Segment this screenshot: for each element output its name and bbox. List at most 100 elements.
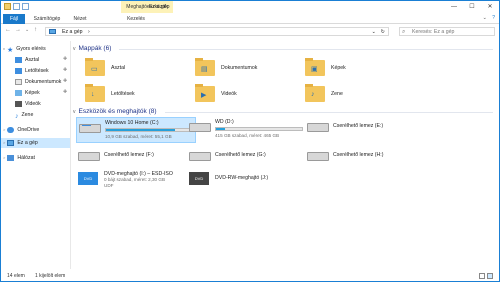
- drive-c[interactable]: Windows 10 Home (C:) 10,9 GB szabad, mér…: [76, 117, 196, 143]
- properties-icon[interactable]: [13, 3, 20, 10]
- sidebar-item-quick-access[interactable]: v ★ Gyors elérés: [3, 44, 46, 54]
- ribbon-tabs: Fájl Számítógép Nézet Kezelés ⌄ ?: [1, 14, 499, 24]
- address-dropdown-icon[interactable]: ⌄: [372, 28, 376, 36]
- refresh-icon[interactable]: ↻: [381, 28, 385, 36]
- folder-music[interactable]: ♪ Zene: [305, 84, 405, 109]
- pictures-folder-icon: ▣: [305, 58, 325, 76]
- quick-access-toolbar: [4, 3, 29, 10]
- chevron-down-icon[interactable]: v: [3, 46, 5, 51]
- folder-icon[interactable]: [4, 3, 11, 10]
- chevron-right-icon[interactable]: >: [3, 127, 5, 132]
- address-row: ← → ⌄ ↑ Ez a gép › ⌄ ↻ ⌕ Keresés: Ez a g…: [1, 25, 499, 38]
- documents-folder-icon: ▤: [195, 58, 215, 76]
- address-bar[interactable]: Ez a gép › ⌄ ↻: [45, 27, 389, 36]
- search-input[interactable]: ⌕ Keresés: Ez a gép: [399, 27, 495, 36]
- hard-drive-icon: [189, 123, 211, 132]
- maximize-button[interactable]: ☐: [463, 1, 481, 13]
- drive-label: WD (D:): [215, 119, 234, 125]
- group-title: Mappák (6): [78, 45, 112, 52]
- ribbon-controls: ⌄ ?: [483, 15, 495, 21]
- chevron-right-icon[interactable]: >: [3, 155, 5, 160]
- large-icons-view-icon[interactable]: [487, 273, 493, 279]
- folder-label: Képek: [331, 65, 346, 71]
- removable-drive-icon: [78, 152, 100, 161]
- pin-icon[interactable]: ✚: [63, 56, 67, 62]
- pin-icon[interactable]: ✚: [63, 67, 67, 73]
- tab-manage[interactable]: Kezelés: [123, 14, 149, 24]
- folder-documents[interactable]: ▤ Dokumentumok: [195, 58, 295, 83]
- selection-count: 1 kijelölt elem: [35, 273, 66, 279]
- drive-h[interactable]: Cserélhető lemez (H:): [305, 146, 425, 172]
- group-title: Eszközök és meghajtók (8): [78, 108, 157, 115]
- drive-space-text: 10,9 GB szabad, méret: 55,1 GB: [105, 134, 172, 139]
- drive-e[interactable]: Cserélhető lemez (E:): [305, 117, 425, 143]
- drives-group-header[interactable]: v Eszközök és meghajtók (8): [73, 107, 493, 117]
- drive-usage-bar: [105, 128, 193, 132]
- drive-space-text: 0 bájt szabad, méret: 2,30 GB: [104, 177, 166, 182]
- chevron-down-icon[interactable]: v: [73, 46, 76, 52]
- network-icon: [7, 154, 15, 161]
- chevron-down-icon[interactable]: v: [73, 109, 76, 115]
- sidebar-item-pictures[interactable]: Képek: [15, 88, 40, 98]
- music-icon: ♪: [15, 112, 19, 120]
- expand-ribbon-icon[interactable]: ⌄: [483, 15, 487, 21]
- downloads-folder-icon: ↓: [85, 84, 105, 102]
- sidebar-item-downloads[interactable]: Letöltések: [15, 66, 49, 76]
- chevron-right-icon[interactable]: >: [3, 140, 5, 145]
- group-divider: [165, 112, 493, 113]
- pictures-icon: [15, 89, 22, 96]
- drive-usage-fill: [106, 129, 175, 131]
- breadcrumb-this-pc[interactable]: Ez a gép: [62, 29, 82, 35]
- folders-group-header[interactable]: v Mappák (6): [73, 44, 493, 54]
- view-switcher: [479, 273, 493, 279]
- drive-label: Cserélhető lemez (G:): [215, 152, 266, 158]
- explorer-window: Meghajtóeszközök Ez a gép — ☐ ✕ Fájl Szá…: [0, 0, 500, 282]
- pin-icon[interactable]: ✚: [63, 78, 67, 84]
- tab-file[interactable]: Fájl: [3, 14, 25, 24]
- sidebar-item-onedrive[interactable]: > OneDrive: [3, 125, 39, 135]
- sidebar-item-music[interactable]: ♪ Zene: [15, 110, 33, 120]
- close-button[interactable]: ✕: [481, 1, 499, 13]
- group-divider: [119, 49, 493, 50]
- window-controls: — ☐ ✕: [445, 1, 499, 13]
- tab-view[interactable]: Nézet: [67, 14, 93, 24]
- drive-filesystem-text: UDF: [104, 183, 114, 188]
- tab-computer[interactable]: Számítógép: [29, 14, 65, 24]
- new-folder-icon[interactable]: [22, 3, 29, 10]
- desktop-icon: [15, 56, 22, 63]
- computer-icon: [7, 139, 15, 146]
- removable-drive-icon: [307, 152, 329, 161]
- sidebar-item-label: Gyors elérés: [16, 46, 46, 52]
- help-icon[interactable]: ?: [492, 15, 495, 21]
- drive-label: Cserélhető lemez (F:): [104, 152, 154, 158]
- sidebar-item-label: Dokumentumok: [25, 79, 62, 85]
- sidebar-item-desktop[interactable]: Asztal: [15, 55, 39, 65]
- item-count: 14 elem: [7, 273, 25, 279]
- sidebar-item-videos[interactable]: Videók: [15, 99, 41, 109]
- breadcrumb-separator[interactable]: ›: [88, 29, 90, 35]
- folder-desktop[interactable]: ▭ Asztal: [85, 58, 185, 83]
- minimize-button[interactable]: —: [445, 1, 463, 13]
- star-icon: ★: [7, 46, 14, 54]
- details-view-icon[interactable]: [479, 273, 485, 279]
- folder-pictures[interactable]: ▣ Képek: [305, 58, 405, 83]
- folder-videos[interactable]: ▶ Videók: [195, 84, 295, 109]
- recent-dropdown-icon[interactable]: ⌄: [25, 27, 29, 33]
- up-button[interactable]: ↑: [34, 27, 37, 33]
- folder-downloads[interactable]: ↓ Letöltések: [85, 84, 185, 109]
- drive-d[interactable]: WD (D:) 415 GB szabad, méret: 465 GB: [187, 117, 307, 143]
- pin-icon[interactable]: ✚: [63, 89, 67, 95]
- drive-usage-bar: [215, 127, 303, 131]
- drive-i[interactable]: DVD DVD-meghajtó (I:) – ESD-ISO 0 bájt s…: [76, 169, 196, 197]
- removable-drive-icon: [189, 152, 211, 161]
- sidebar-item-network[interactable]: > Hálózat: [3, 153, 35, 163]
- forward-button[interactable]: →: [15, 27, 21, 33]
- sidebar-item-label: Zene: [21, 112, 34, 118]
- back-button[interactable]: ←: [5, 27, 11, 33]
- documents-icon: [15, 78, 22, 85]
- sidebar-item-documents[interactable]: Dokumentumok: [15, 77, 61, 87]
- folder-label: Asztal: [111, 65, 126, 71]
- sidebar-item-this-pc[interactable]: > Ez a gép: [1, 138, 70, 148]
- desktop-folder-icon: ▭: [85, 58, 105, 76]
- drive-j[interactable]: DVD DVD-RW-meghajtó (J:): [187, 169, 307, 195]
